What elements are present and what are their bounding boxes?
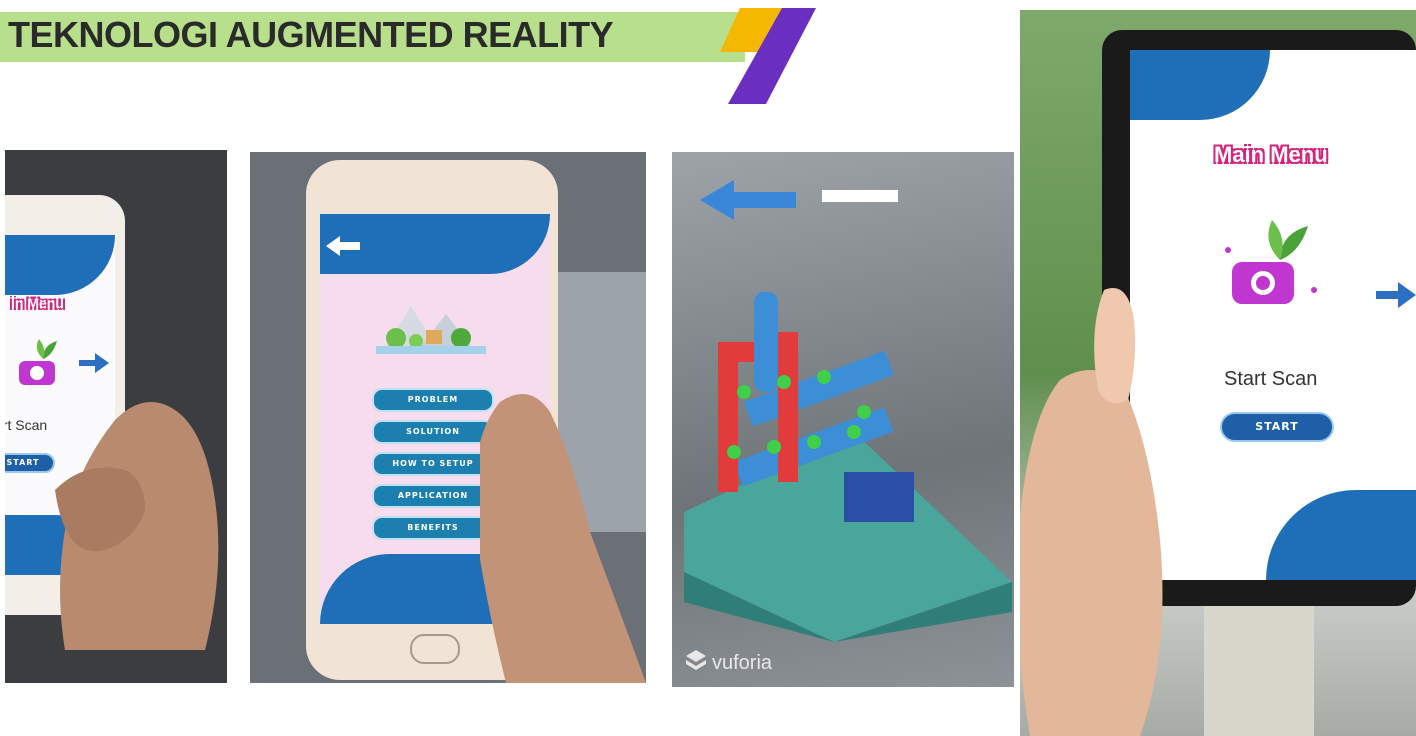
greenhouse-3d-model bbox=[684, 292, 1012, 642]
photo-ar-model: vuforia bbox=[672, 152, 1014, 687]
arrow-right-icon bbox=[1376, 282, 1416, 308]
screen-wave-bottom bbox=[1266, 490, 1416, 580]
menu-button-problem[interactable]: PROBLEM bbox=[372, 388, 494, 412]
menu-button-solution[interactable]: SOLUTION bbox=[372, 420, 494, 444]
start-scan-label: Start Scan bbox=[1224, 368, 1318, 390]
screen-wave-top bbox=[1130, 50, 1270, 120]
photo-tablet-main-menu: Main Menu Start Scan START bbox=[1020, 10, 1416, 736]
hand bbox=[1020, 288, 1163, 736]
back-arrow-icon[interactable] bbox=[326, 236, 360, 256]
start-button[interactable]: START bbox=[1220, 412, 1334, 442]
landscape-illustration bbox=[376, 306, 486, 354]
slide-title: TEKNOLOGI AUGMENTED REALITY bbox=[8, 14, 614, 55]
greenhouse-path bbox=[1204, 600, 1314, 736]
hand bbox=[480, 394, 646, 683]
menu-button-how-to-setup[interactable]: HOW TO SETUP bbox=[372, 452, 494, 476]
hand bbox=[55, 402, 219, 650]
start-scan-label: art Scan bbox=[5, 417, 48, 433]
photo-phone-main-menu: in Menu art Scan START bbox=[5, 150, 227, 683]
vuforia-label: vuforia bbox=[712, 652, 773, 674]
screen-wave-top bbox=[5, 235, 115, 295]
photo-phone-topic-menu: PROBLEM SOLUTION HOW TO SETUP APPLICATIO… bbox=[250, 152, 646, 683]
accent-stripes bbox=[720, 8, 816, 104]
main-menu-title: Main Menu bbox=[1214, 142, 1328, 167]
menu-button-application[interactable]: APPLICATION bbox=[372, 484, 494, 508]
vuforia-logo-icon bbox=[686, 650, 706, 670]
back-arrow-icon[interactable] bbox=[700, 180, 796, 220]
small-label-box bbox=[822, 190, 898, 202]
home-button bbox=[410, 634, 460, 664]
camera-plant-icon bbox=[1225, 220, 1317, 304]
menu-button-benefits[interactable]: BENEFITS bbox=[372, 516, 494, 540]
main-menu-title: in Menu bbox=[11, 295, 64, 311]
